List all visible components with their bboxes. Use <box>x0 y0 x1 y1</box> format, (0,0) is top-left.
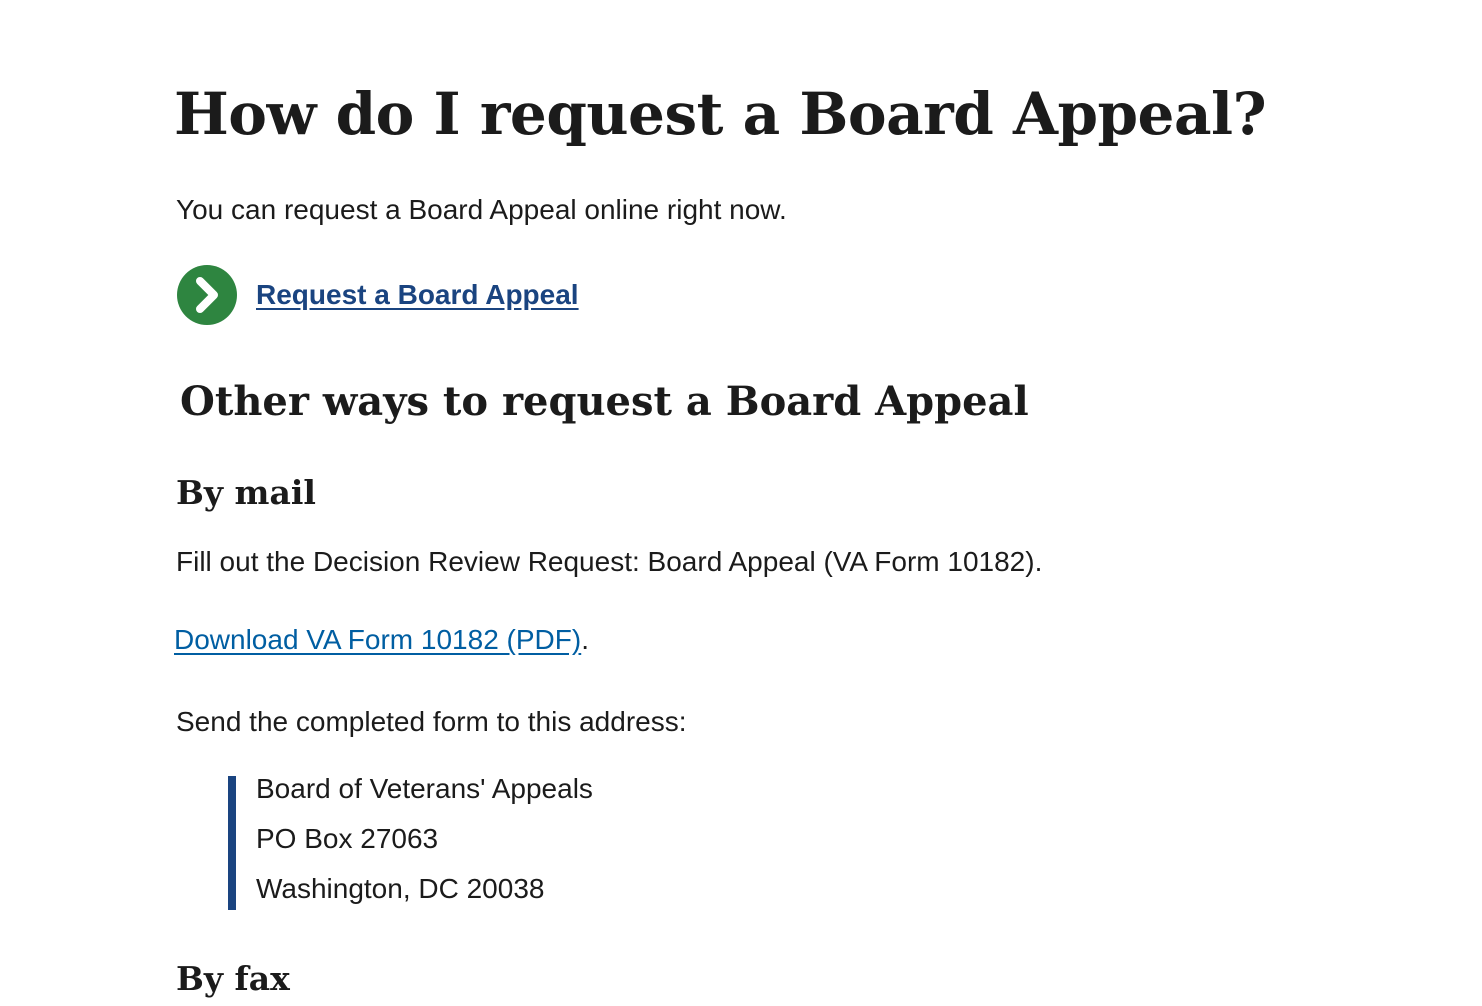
by-fax-heading: By fax <box>176 959 290 998</box>
request-board-appeal-link[interactable]: Request a Board Appeal <box>256 279 579 311</box>
mail-instruction: Fill out the Decision Review Request: Bo… <box>176 546 1043 577</box>
address-line-po-box: PO Box 27063 <box>256 823 439 854</box>
address-line-city: Washington, DC 20038 <box>256 873 545 904</box>
download-form-line: Download VA Form 10182 (PDF). <box>174 620 589 660</box>
chevron-right-circle-icon <box>177 265 237 325</box>
page-heading: How do I request a Board Appeal? <box>174 80 1267 148</box>
intro-text: You can request a Board Appeal online ri… <box>176 194 787 225</box>
mailing-address: Board of Veterans' Appeals PO Box 27063 … <box>228 773 593 910</box>
send-address-text: Send the completed form to this address: <box>176 706 687 737</box>
address-line-organization: Board of Veterans' Appeals <box>256 773 593 804</box>
previous-paragraph-cutoff <box>176 0 1276 8</box>
by-mail-heading: By mail <box>176 473 316 512</box>
download-form-link[interactable]: Download VA Form 10182 (PDF) <box>174 624 581 655</box>
request-board-appeal-action[interactable]: Request a Board Appeal <box>176 264 579 326</box>
download-suffix: . <box>581 624 589 655</box>
other-ways-heading: Other ways to request a Board Appeal <box>180 378 1029 425</box>
